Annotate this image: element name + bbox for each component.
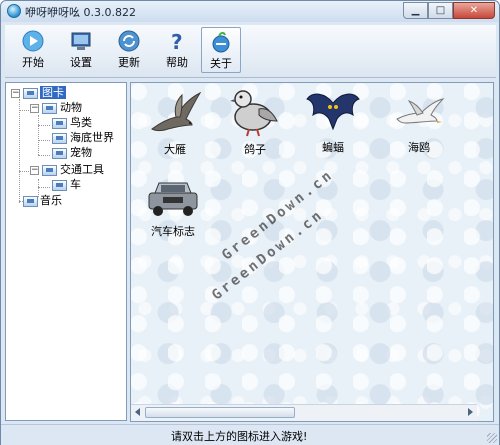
svg-text:?: ?: [171, 30, 183, 52]
app-logo-icon: [7, 4, 21, 18]
card-grid: 大雁 鸽子 蝙蝠 海鸥 汽车标志 GreenDown.cn GreenDown.…: [130, 82, 494, 422]
tree-item-car[interactable]: 车: [70, 178, 81, 192]
scrollbar-thumb[interactable]: [145, 407, 295, 418]
bat-icon: [306, 93, 360, 131]
tree-collapse-toggle[interactable]: −: [30, 166, 39, 175]
title-bar[interactable]: 咿呀咿呀吆 0.3.0.822 ▁ □ ✕: [1, 1, 499, 22]
scroll-right-icon[interactable]: [468, 408, 473, 416]
tree-item-birds[interactable]: 鸟类: [70, 116, 92, 130]
tree-item-pets[interactable]: 宠物: [70, 146, 92, 160]
folder-icon: [52, 118, 67, 129]
car-icon: [148, 182, 198, 216]
update-icon: [118, 30, 140, 52]
tree-collapse-toggle[interactable]: −: [30, 104, 39, 113]
play-icon: [22, 30, 44, 52]
card-bat[interactable]: 蝙蝠: [303, 89, 363, 155]
folder-icon: [42, 103, 57, 114]
close-button[interactable]: ✕: [453, 2, 495, 19]
status-text: 请双击上方的图标进入游戏!: [171, 430, 308, 443]
folder-icon: [52, 148, 67, 159]
folder-icon: [42, 165, 57, 176]
help-icon: ?: [171, 30, 183, 52]
scroll-left-icon[interactable]: [135, 408, 140, 416]
window-title: 咿呀咿呀吆 0.3.0.822: [25, 6, 136, 19]
tree-collapse-toggle[interactable]: −: [11, 89, 20, 98]
help-button[interactable]: ? 帮助: [157, 27, 197, 73]
tree-item-animals[interactable]: 动物: [60, 101, 82, 115]
tree-item-ocean[interactable]: 海底世界: [70, 131, 114, 145]
wild-goose-icon: [151, 91, 202, 131]
close-icon: ✕: [469, 5, 479, 16]
card-wild-goose[interactable]: 大雁: [145, 89, 205, 157]
toolbar: 开始 设置 更新 ? 帮助 关于: [5, 25, 496, 78]
folder-icon: [23, 88, 38, 99]
tree-item-transport[interactable]: 交通工具: [60, 163, 104, 177]
settings-button[interactable]: 设置: [61, 27, 101, 73]
folder-icon: [23, 196, 38, 207]
folder-icon: [52, 133, 67, 144]
resize-grip-icon[interactable]: [487, 433, 497, 443]
tree-item-music[interactable]: 音乐: [40, 194, 62, 208]
status-bar: 请双击上方的图标进入游戏!: [1, 424, 499, 445]
folder-icon: [52, 180, 67, 191]
tree-item-root[interactable]: 图卡: [40, 86, 66, 100]
minimize-button[interactable]: ▁: [403, 2, 428, 19]
card-car-logo[interactable]: 汽车标志: [143, 177, 203, 239]
pigeon-icon: [230, 90, 278, 137]
card-seagull[interactable]: 海鸥: [389, 93, 449, 155]
start-button[interactable]: 开始: [13, 27, 53, 73]
category-tree: − 图卡 − 动物 鸟类 海底世界 宠物 − 交通工具 车 音乐: [5, 82, 127, 421]
about-button[interactable]: 关于: [201, 27, 241, 73]
horizontal-scrollbar[interactable]: [131, 404, 477, 421]
seagull-icon: [396, 98, 445, 124]
about-icon: [212, 31, 230, 53]
app-window: 咿呀咿呀吆 0.3.0.822 ▁ □ ✕ 开始 设置 更新 ? 帮助 关于 −…: [0, 0, 500, 445]
maximize-icon: □: [435, 5, 446, 16]
card-pigeon[interactable]: 鸽子: [225, 87, 285, 157]
minimize-icon: ▁: [411, 5, 420, 16]
maximize-button[interactable]: □: [428, 2, 453, 19]
settings-screen-icon: [71, 32, 91, 50]
update-button[interactable]: 更新: [109, 27, 149, 73]
